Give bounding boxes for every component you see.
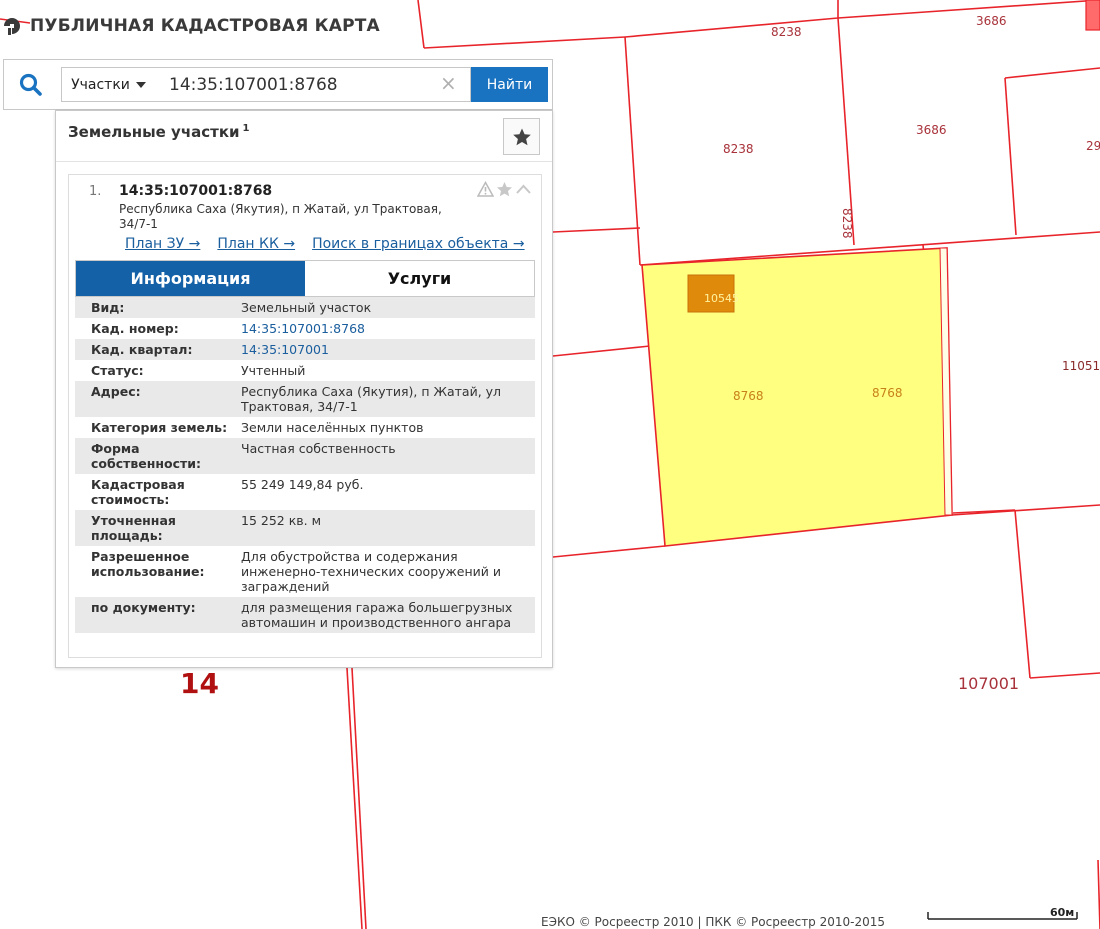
result-address: Республика Саха (Якутия), п Жатай, ул Тр… xyxy=(119,202,442,231)
attribute-row: Форма собственности: Частная собственност… xyxy=(75,438,535,474)
attribute-value: Частная собственность xyxy=(241,441,396,456)
attribute-key: Категория земель: xyxy=(91,420,228,435)
building-label: 10545 xyxy=(704,292,739,305)
attribute-value: 55 249 149,84 руб. xyxy=(241,477,364,492)
results-panel: Земельные участки 1 1. 14:35:107001:8768 … xyxy=(55,110,553,668)
quarter-label: 107001 xyxy=(958,674,1019,693)
warning-icon[interactable] xyxy=(477,181,494,198)
copyright-text: ЕЭКО © Росреестр 2010 | ПКК © Росреестр … xyxy=(541,915,886,929)
find-button[interactable]: Найти xyxy=(471,67,548,102)
attribute-key: Форма собственности: xyxy=(91,441,202,471)
logo-icon xyxy=(4,18,20,35)
attribute-row: по документу: для размещения гаража больш… xyxy=(75,597,535,633)
search-in-bounds-link[interactable]: Поиск в границах объекта → xyxy=(312,236,525,252)
panel-title: Земельные участки 1 xyxy=(68,123,250,141)
chevron-down-icon xyxy=(135,81,146,88)
parcel-label: 8238 xyxy=(723,142,754,156)
attribute-key: Уточненная площадь: xyxy=(91,513,176,543)
parcel-label: 8238 xyxy=(840,208,854,239)
attribute-value: для размещения гаража большегрузных авто… xyxy=(241,600,513,630)
attribute-key: Вид: xyxy=(91,300,125,315)
attribute-row: Категория земель: Земли населённых пункто… xyxy=(75,417,535,438)
parcel-label: 8238 xyxy=(771,25,802,39)
attribute-row: Адрес: Республика Саха (Якутия), п Жатай,… xyxy=(75,381,535,417)
attribute-key: Статус: xyxy=(91,363,144,378)
search-input[interactable] xyxy=(155,67,471,102)
result-card: 1. 14:35:107001:8768 Республика Саха (Як… xyxy=(68,174,542,658)
plan-kk-link[interactable]: План КК → xyxy=(217,236,295,252)
attribute-value: Земельный участок xyxy=(241,300,372,315)
attribute-row: Кадастровая стоимость: 55 249 149,84 руб. xyxy=(75,474,535,510)
result-links: План ЗУ → План КК → Поиск в границах объ… xyxy=(125,236,525,252)
quarter-link[interactable]: 14:35:107001 xyxy=(241,342,531,357)
result-actions xyxy=(477,181,532,198)
result-tabs: Информация Услуги xyxy=(75,260,535,297)
attribute-value: 15 252 кв. м xyxy=(241,513,322,528)
parcel-label: 29 xyxy=(1086,139,1100,153)
parcel-label: 8768 xyxy=(733,389,764,403)
attribute-row: Разрешенное использование: Для обустройст… xyxy=(75,546,535,597)
result-cadnum[interactable]: 14:35:107001:8768 xyxy=(119,183,272,199)
attribute-row: Статус: Учтенный xyxy=(75,360,535,381)
clear-icon[interactable]: × xyxy=(440,73,457,93)
app-title: ПУБЛИЧНАЯ КАДАСТРОВАЯ КАРТА xyxy=(30,16,380,36)
app-logo: ПУБЛИЧНАЯ КАДАСТРОВАЯ КАРТА xyxy=(2,16,380,36)
attribute-row: Кад. номер: 14:35:107001:8768 xyxy=(75,318,535,339)
attribute-key: Кад. номер: xyxy=(91,321,179,336)
chevron-up-icon[interactable] xyxy=(515,181,532,198)
parcel-label: 3686 xyxy=(916,123,947,137)
result-count: 1 xyxy=(242,123,250,134)
search-type-dropdown[interactable]: Участки xyxy=(61,67,156,102)
attribute-key: по документу: xyxy=(91,600,196,615)
search-icon[interactable] xyxy=(18,72,44,98)
result-index: 1. xyxy=(89,184,102,199)
tab-info[interactable]: Информация xyxy=(76,261,305,296)
attribute-value: Земли населённых пунктов xyxy=(241,420,424,435)
attribute-value: Республика Саха (Якутия), п Жатай, ул Тр… xyxy=(241,384,502,414)
cadnum-link[interactable]: 14:35:107001:8768 xyxy=(241,321,531,336)
divider xyxy=(56,161,552,162)
attribute-value: Учтенный xyxy=(241,363,306,378)
attribute-row: Кад. квартал: 14:35:107001 xyxy=(75,339,535,360)
tab-services[interactable]: Услуги xyxy=(305,261,534,296)
attribute-row: Уточненная площадь: 15 252 кв. м xyxy=(75,510,535,546)
parcel-label: 8768 xyxy=(872,386,903,400)
scale-label: 60м xyxy=(1050,906,1075,919)
attribute-row: Вид: Земельный участок xyxy=(75,297,535,318)
favorites-button[interactable] xyxy=(503,118,540,155)
attribute-key: Кадастровая стоимость: xyxy=(91,477,185,507)
parcel-label: 11051 xyxy=(1062,359,1100,373)
star-icon[interactable] xyxy=(496,181,513,198)
attributes-table: Вид: Земельный участок Кад. номер: 14:35:1… xyxy=(75,297,535,633)
search-type-label: Участки xyxy=(71,76,130,93)
district-label: 14 xyxy=(180,667,219,700)
attribute-key: Разрешенное использование: xyxy=(91,549,205,579)
attribute-key: Адрес: xyxy=(91,384,141,399)
star-icon xyxy=(512,128,531,145)
search-bar: Участки × Найти xyxy=(3,59,553,110)
parcel-label: 3686 xyxy=(976,14,1007,28)
attribute-value: Для обустройства и содержания инженерно-… xyxy=(241,549,502,594)
plan-zu-link[interactable]: План ЗУ → xyxy=(125,236,200,252)
attribute-key: Кад. квартал: xyxy=(91,342,193,357)
